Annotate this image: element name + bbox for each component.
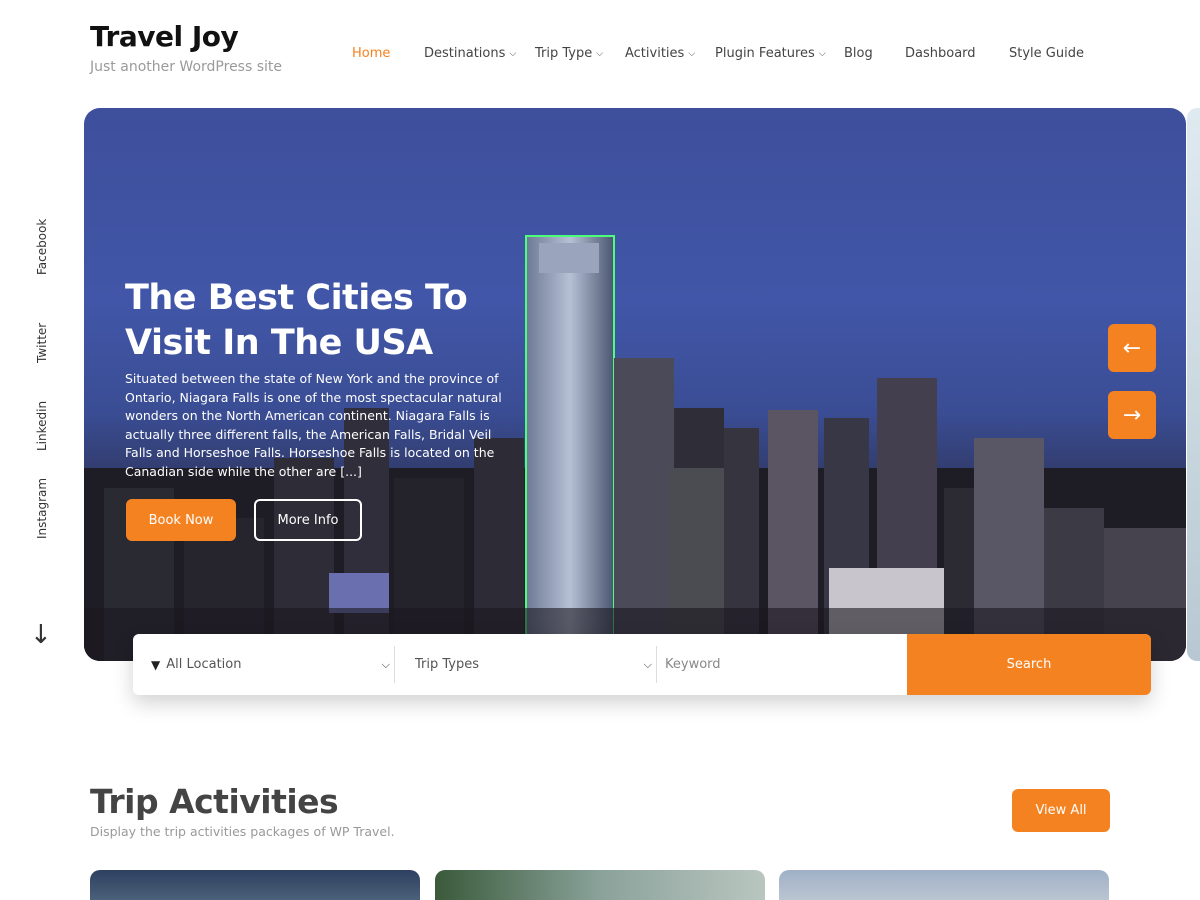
chevron-down-icon: ⌵ (596, 48, 604, 59)
view-all-button[interactable]: View All (1012, 789, 1110, 832)
slider-next-button[interactable]: → (1108, 391, 1156, 439)
site-title[interactable]: Travel Joy (90, 20, 282, 53)
nav-item-label: Destinations (424, 46, 506, 61)
map-pin-icon: ▼ (151, 657, 161, 672)
arrow-left-icon: ← (1122, 335, 1142, 361)
activity-card-image[interactable] (435, 870, 765, 900)
nav-item-label: Style Guide (1009, 46, 1084, 61)
next-slide-peek (1187, 108, 1200, 661)
nav-item-label: Blog (844, 46, 873, 61)
trip-types-select-value: Trip Types (415, 657, 480, 672)
hero-description: Situated between the state of New York a… (125, 371, 502, 479)
hero-heading: The Best Cities To Visit In The USA (125, 278, 468, 363)
social-link-facebook[interactable]: Facebook (35, 219, 49, 275)
location-select[interactable]: ▼ All Location ⌵ (133, 646, 395, 683)
site-branding: Travel Joy Just another WordPress site (90, 20, 282, 75)
social-link-linkedin[interactable]: Linkedin (35, 401, 49, 451)
nav-item-trip-type[interactable]: Trip Type ⌵ (535, 46, 625, 61)
nav-item-home[interactable]: Home (352, 46, 424, 61)
chevron-down-icon: ⌵ (818, 48, 826, 59)
search-button[interactable]: Search (907, 634, 1151, 695)
book-now-button[interactable]: Book Now (126, 499, 236, 541)
section-subtitle: Display the trip activities packages of … (90, 824, 395, 839)
chevron-down-icon: ⌵ (509, 48, 517, 59)
section-title: Trip Activities (90, 782, 339, 821)
more-info-button[interactable]: More Info (254, 499, 362, 541)
nav-item-blog[interactable]: Blog (844, 46, 905, 61)
chevron-down-icon: ⌵ (643, 657, 652, 671)
nav-item-label: Trip Type (535, 46, 593, 61)
keyword-placeholder: Keyword (665, 657, 721, 672)
social-link-twitter[interactable]: Twitter (35, 323, 49, 363)
activity-card-image[interactable] (90, 870, 420, 900)
scroll-down-icon[interactable]: ↓ (30, 620, 52, 650)
social-link-instagram[interactable]: Instagram (35, 478, 49, 539)
nav-item-label: Dashboard (905, 46, 976, 61)
nav-item-activities[interactable]: Activities ⌵ (625, 46, 715, 61)
chevron-down-icon: ⌵ (688, 48, 696, 59)
nav-item-plugin-features[interactable]: Plugin Features ⌵ (715, 46, 844, 61)
nav-item-label: Plugin Features (715, 46, 815, 61)
main-nav: Home Destinations ⌵ Trip Type ⌵ Activiti… (352, 46, 1089, 61)
hero-slider: The Best Cities To Visit In The USA Situ… (84, 108, 1186, 661)
activity-card-image[interactable] (779, 870, 1109, 900)
slider-prev-button[interactable]: ← (1108, 324, 1156, 372)
trip-types-select[interactable]: Trip Types ⌵ (395, 646, 657, 683)
chevron-down-icon: ⌵ (381, 657, 390, 671)
site-tagline: Just another WordPress site (90, 59, 283, 75)
keyword-input[interactable]: Keyword (657, 634, 907, 695)
arrow-right-icon: → (1122, 402, 1142, 428)
trip-search-bar: ▼ All Location ⌵ Trip Types ⌵ Keyword Se… (133, 634, 1151, 695)
nav-item-style-guide[interactable]: Style Guide (1009, 46, 1089, 61)
nav-item-label: Home (352, 46, 391, 61)
nav-item-dashboard[interactable]: Dashboard (905, 46, 1009, 61)
nav-item-label: Activities (625, 46, 685, 61)
location-select-value: All Location (166, 657, 242, 672)
nav-item-destinations[interactable]: Destinations ⌵ (424, 46, 535, 61)
